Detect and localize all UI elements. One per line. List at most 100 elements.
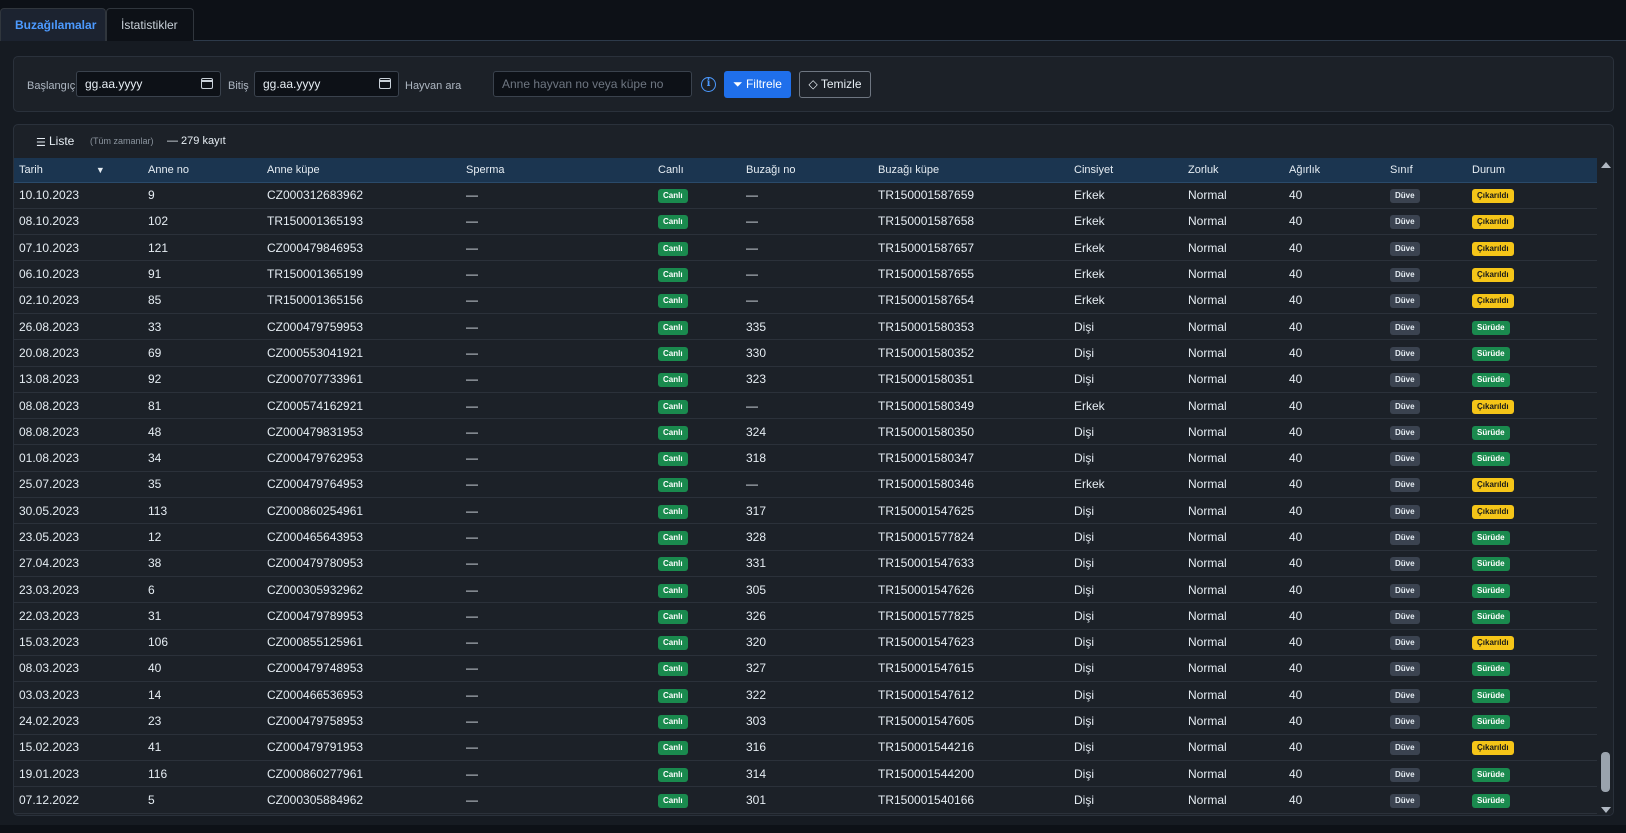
cell-canli: Canlı (653, 550, 741, 576)
column-header-sperma[interactable]: Sperma (461, 158, 653, 183)
alive-badge: Canlı (658, 741, 688, 756)
cell-buzagi-no: 327 (746, 661, 767, 676)
column-header-anne-no[interactable]: Anne no (143, 158, 262, 183)
cell-zorluk: Normal (1188, 661, 1227, 676)
table-row[interactable]: 08.08.2023 81 CZ000574162921 — Canlı — TR15000… (14, 392, 1597, 419)
start-date-input[interactable]: gg.aa.yyyy (76, 71, 221, 97)
cell-agirlik: 40 (1289, 398, 1303, 413)
scroll-down-icon[interactable] (1601, 807, 1611, 813)
table-row[interactable]: 19.01.2023 116 CZ000860277961 — Canlı 314 TR15… (14, 761, 1597, 787)
cell-buzagi-no: 330 (746, 345, 767, 360)
cell-sperma: — (466, 714, 478, 729)
table-row[interactable]: 02.10.2023 85 TR150001365156 — Canlı — TR15000… (14, 287, 1597, 314)
cell-anne-no: 23 (148, 714, 162, 729)
cell-anne-kupe: CZ000465643953 (267, 530, 364, 544)
class-badge: Düve (1390, 688, 1420, 703)
animal-search-input[interactable]: Anne hayvan no veya küpe no (493, 71, 692, 97)
tab-istatistikler[interactable]: İstatistikler (106, 8, 194, 41)
vertical-scrollbar[interactable] (1597, 158, 1613, 815)
column-header-agirlik[interactable]: Ağırlık (1284, 158, 1385, 183)
cell-zorluk: Normal (1188, 451, 1227, 466)
table-row[interactable]: 06.10.2023 91 TR150001365199 — Canlı — TR15000… (14, 261, 1597, 288)
class-badge: Düve (1390, 609, 1420, 624)
table-row[interactable]: 27.04.2023 38 CZ000479780953 — Canlı 331 TR150… (14, 550, 1597, 577)
column-header-anne-kupe[interactable]: Anne küpe (262, 158, 461, 183)
end-date-input[interactable]: gg.aa.yyyy (254, 71, 399, 97)
status-badge: Sürüde (1472, 793, 1510, 808)
cell-durum: Çıkarıldı (1467, 182, 1597, 208)
column-header-canli[interactable]: Canlı (653, 158, 741, 183)
cell-anne-no: 106 (148, 635, 169, 650)
calendar-icon[interactable] (201, 78, 213, 89)
tab-bar: Buzağılamalar İstatistikler (0, 0, 1626, 41)
cell-buzagi-kupe: TR150001547626 (878, 582, 975, 597)
sort-desc-icon[interactable]: ▼ (96, 165, 105, 175)
alive-badge: Canlı (658, 215, 688, 230)
table-row[interactable]: 03.03.2023 14 CZ000466536953 — Canlı 322 TR150… (14, 682, 1597, 708)
alive-badge: Canlı (658, 320, 688, 335)
scrollbar-thumb[interactable] (1601, 752, 1610, 792)
cell-anne-no: 91 (148, 267, 162, 282)
calendar-icon[interactable] (379, 78, 391, 89)
table-row[interactable]: 13.08.2023 92 CZ000707733961 — Canlı 323 TR150… (14, 366, 1597, 393)
info-icon[interactable]: i (701, 77, 716, 92)
cell-agirlik: 40 (1289, 530, 1303, 544)
table-row[interactable]: 26.08.2023 33 CZ000479759953 — Canlı 335 TR150… (14, 313, 1597, 340)
cell-cinsiyet: Erkek (1074, 240, 1105, 255)
column-header-sinif[interactable]: Sınıf (1385, 158, 1467, 183)
cell-buzagi-kupe: TR150001577825 (878, 608, 975, 623)
cell-sperma: — (466, 661, 478, 676)
column-header-zorluk[interactable]: Zorluk (1183, 158, 1284, 183)
table-row[interactable]: 15.03.2023 106 CZ000855125961 — Canlı 320 TR15… (14, 629, 1597, 656)
table-row[interactable]: 10.10.2023 9 CZ000312683962 — Canlı — TR150001… (14, 182, 1597, 209)
table-row[interactable]: 22.03.2023 31 CZ000479789953 — Canlı 326 TR150… (14, 603, 1597, 630)
column-header-buzagi-no[interactable]: Buzağı no (741, 158, 873, 183)
column-header-buzagi-kupe[interactable]: Buzağı küpe (873, 158, 1069, 183)
alive-badge: Canlı (658, 425, 688, 440)
cell-anne-no: 12 (148, 530, 162, 544)
cell-buzagi-kupe: TR150001540166 (878, 792, 975, 807)
table-row[interactable]: 15.02.2023 41 CZ000479791953 — Canlı 316 TR150… (14, 734, 1597, 761)
table-row[interactable]: 08.08.2023 48 CZ000479831953 — Canlı 324 TR150… (14, 419, 1597, 445)
cell-durum: Çıkarıldı (1467, 629, 1597, 655)
cell-sinif: Düve (1385, 576, 1467, 602)
table-row[interactable]: 23.03.2023 6 CZ000305932962 — Canlı 305 TR1500… (14, 576, 1597, 603)
class-badge: Düve (1390, 662, 1420, 677)
cell-sinif: Düve (1385, 787, 1467, 813)
status-badge: Sürüde (1472, 425, 1510, 440)
table-row[interactable]: 07.10.2023 121 CZ000479846953 — Canlı — TR1500… (14, 235, 1597, 261)
column-header-tarih[interactable]: Tarih ▼ (14, 158, 143, 183)
table-row[interactable]: 25.07.2023 35 CZ000479764953 — Canlı — TR15000… (14, 471, 1597, 498)
cell-sperma: — (466, 372, 478, 387)
table-row[interactable]: 07.12.2022 5 CZ000305884962 — Canlı 301 TR1500… (14, 787, 1597, 814)
cell-canli: Canlı (653, 787, 741, 813)
table-row[interactable]: 08.03.2023 40 CZ000479748953 — Canlı 327 TR150… (14, 655, 1597, 682)
table-row[interactable]: 08.10.2023 102 TR150001365193 — Canlı — TR1500… (14, 208, 1597, 235)
status-badge: Sürüde (1472, 320, 1510, 335)
table-row[interactable]: 24.02.2023 23 CZ000479758953 — Canlı 303 TR150… (14, 708, 1597, 735)
cell-zorluk: Normal (1188, 214, 1227, 229)
cell-tarih: 25.07.2023 (19, 477, 80, 492)
cell-anne-kupe: CZ000855125961 (267, 635, 364, 650)
status-badge: Çıkarıldı (1472, 268, 1514, 283)
cell-sperma: — (466, 582, 478, 597)
cell-canli: Canlı (653, 287, 741, 313)
table-row[interactable]: 30.05.2023 113 CZ000860254961 — Canlı 317 TR15… (14, 498, 1597, 524)
class-badge: Düve (1390, 268, 1420, 283)
table-row[interactable]: 23.05.2023 12 CZ000465643953 — Canlı 328 TR150… (14, 524, 1597, 551)
cell-anne-kupe: TR150001365199 (267, 267, 364, 282)
scroll-up-icon[interactable] (1601, 162, 1611, 168)
column-header-cinsiyet[interactable]: Cinsiyet (1069, 158, 1183, 183)
status-badge: Çıkarıldı (1472, 215, 1514, 230)
column-header-durum[interactable]: Durum (1467, 158, 1597, 183)
filter-button[interactable]: ⏷ Filtrele (724, 71, 791, 98)
clear-button[interactable]: ◇ Temizle (799, 71, 871, 98)
status-badge: Çıkarıldı (1472, 504, 1514, 519)
cell-anne-kupe: CZ000479764953 (267, 477, 364, 492)
table-row[interactable]: 01.08.2023 34 CZ000479762953 — Canlı 318 TR150… (14, 445, 1597, 472)
status-badge: Çıkarıldı (1472, 399, 1514, 414)
cell-sperma: — (466, 635, 478, 650)
table-row[interactable]: 20.08.2023 69 CZ000553041921 — Canlı 330 TR150… (14, 340, 1597, 367)
tab-buzagilamalar[interactable]: Buzağılamalar (0, 8, 106, 41)
cell-tarih: 23.03.2023 (19, 582, 80, 597)
